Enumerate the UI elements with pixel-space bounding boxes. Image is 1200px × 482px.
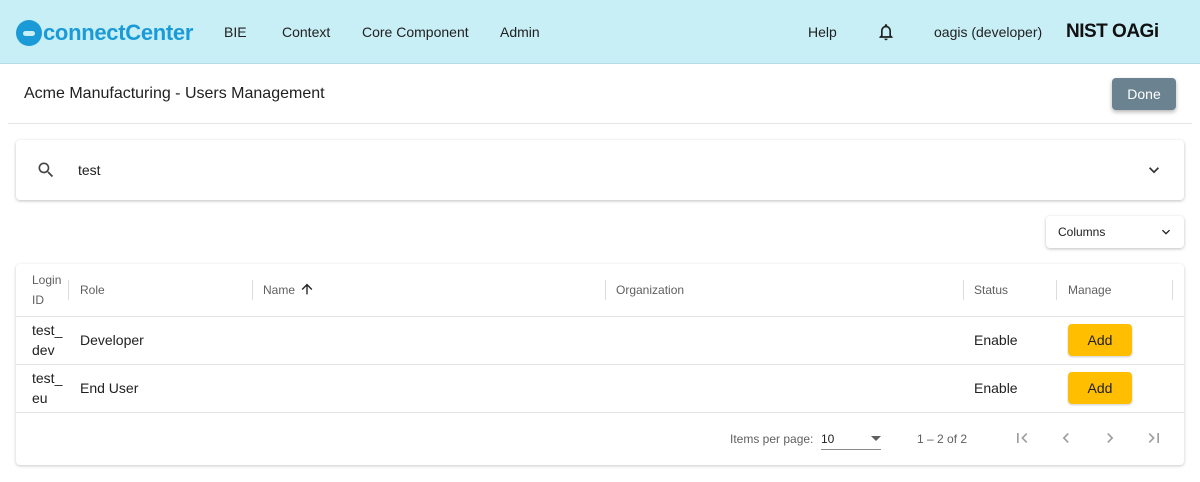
last-page-icon[interactable]	[1144, 428, 1164, 448]
caret-down-icon	[871, 436, 881, 441]
header-organization[interactable]: Organization	[616, 283, 684, 297]
top-navbar: connectCenter BIE Context Core Component…	[0, 0, 1200, 64]
search-icon[interactable]	[36, 160, 56, 180]
bell-icon[interactable]	[876, 22, 896, 42]
header-divider	[8, 123, 1192, 124]
header-name[interactable]: Name	[263, 283, 295, 297]
row-divider	[16, 316, 1184, 317]
page-range: 1 – 2 of 2	[917, 432, 968, 446]
search-input[interactable]	[78, 159, 1078, 181]
page-size-value: 10	[821, 432, 835, 446]
previous-page-icon[interactable]	[1056, 428, 1076, 448]
items-per-page-label: Items per page:	[730, 432, 814, 446]
logo-text: connectCenter	[43, 20, 194, 45]
columns-label: Columns	[1058, 225, 1106, 239]
nav-item-context[interactable]: Context	[282, 24, 330, 40]
column-divider	[252, 280, 253, 300]
header-status[interactable]: Status	[974, 283, 1008, 297]
connect-center-logo[interactable]: connectCenter	[16, 19, 193, 47]
nist-oagi-logo: NIST OAGi	[1066, 21, 1159, 42]
search-panel	[16, 140, 1184, 200]
cell-login-id: test_	[32, 370, 63, 386]
nav-item-bie[interactable]: BIE	[224, 24, 247, 40]
nav-item-help[interactable]: Help	[808, 24, 837, 40]
column-divider	[68, 280, 69, 300]
chevron-down-icon[interactable]	[1144, 160, 1164, 180]
cell-status: Enable	[974, 332, 1018, 348]
page-title: Acme Manufacturing - Users Management	[24, 85, 325, 102]
add-button[interactable]: Add	[1068, 372, 1132, 404]
arrow-up-icon[interactable]	[299, 281, 315, 297]
cell-login-id: eu	[32, 390, 48, 406]
cell-status: Enable	[974, 380, 1018, 396]
users-table: Login ID Role Name Organization Status M…	[16, 264, 1184, 465]
row-divider	[16, 412, 1184, 413]
column-divider	[1172, 280, 1173, 300]
column-divider	[1056, 280, 1057, 300]
add-button[interactable]: Add	[1068, 324, 1132, 356]
header-role[interactable]: Role	[80, 283, 105, 297]
cell-role: Developer	[80, 332, 144, 348]
next-page-icon[interactable]	[1100, 428, 1120, 448]
row-divider	[16, 364, 1184, 365]
column-divider	[963, 280, 964, 300]
cell-login-id: test_	[32, 322, 63, 338]
done-button[interactable]: Done	[1112, 78, 1176, 110]
user-menu[interactable]: oagis (developer)	[934, 24, 1042, 40]
chevron-down-icon	[1158, 224, 1174, 240]
header-login-id-line1[interactable]: Login	[32, 273, 61, 287]
columns-dropdown[interactable]: Columns	[1046, 216, 1184, 248]
column-divider	[605, 280, 606, 300]
nav-item-core-component[interactable]: Core Component	[362, 24, 469, 40]
first-page-icon[interactable]	[1012, 428, 1032, 448]
logo-mark-icon	[16, 20, 42, 46]
cell-login-id: dev	[32, 342, 55, 358]
header-login-id-line2[interactable]: ID	[32, 293, 44, 307]
cell-role: End User	[80, 380, 139, 396]
nav-item-admin[interactable]: Admin	[500, 24, 540, 40]
page-size-select[interactable]: 10	[821, 430, 881, 450]
header-manage: Manage	[1068, 283, 1112, 297]
